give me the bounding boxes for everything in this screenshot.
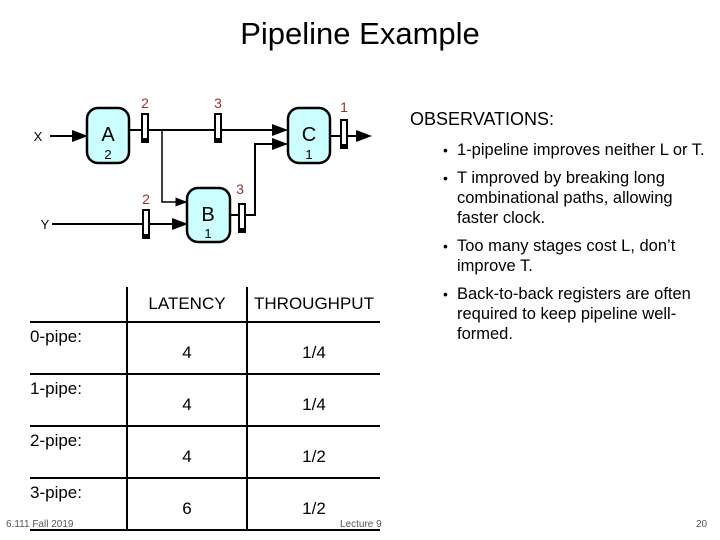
input-y-label: Y [41, 217, 50, 232]
register-y-input: 2 [142, 191, 150, 239]
stage-label: 1 [340, 99, 348, 115]
observations-list: 1-pipeline improves neither L or T. T im… [443, 140, 713, 352]
table-row: 0-pipe: 4 1/4 [30, 321, 380, 374]
block-c-delay: 1 [305, 147, 312, 162]
latency-cell: 4 [126, 321, 247, 374]
row-label: 2-pipe: [30, 425, 127, 478]
stage-label: 3 [214, 95, 222, 111]
input-x-label: X [34, 129, 43, 144]
observation-item: Back-to-back registers are often require… [443, 284, 713, 344]
table-row: 3-pipe: 6 1/2 [30, 477, 380, 531]
block-b-delay: 1 [204, 226, 211, 241]
block-c-label: C [302, 124, 316, 146]
observations-title: OBSERVATIONS: [410, 109, 555, 129]
footer-lecture: Lecture 9 [340, 519, 382, 530]
row-label: 0-pipe: [30, 321, 127, 374]
header-empty [30, 287, 127, 322]
footer-page-number: 20 [696, 519, 708, 530]
block-a: A 2 [85, 106, 131, 165]
header-throughput: THROUGHPUT [246, 287, 380, 322]
throughput-cell: 1/4 [246, 321, 380, 374]
register-after-c: 1 [340, 99, 348, 149]
pipeline-performance-table: LATENCY THROUGHPUT 0-pipe: 4 1/4 1-pipe:… [30, 287, 380, 531]
observation-item: 1-pipeline improves neither L or T. [443, 140, 713, 160]
block-a-label: A [101, 124, 115, 146]
latency-cell: 6 [126, 477, 247, 531]
footer-course: 6.111 Fall 2019 [6, 519, 74, 530]
throughput-cell: 1/2 [246, 425, 380, 478]
latency-cell: 4 [126, 425, 247, 478]
observation-item: Too many stages cost L, don’t improve T. [443, 236, 713, 276]
register-after-b: 3 [236, 181, 246, 233]
block-a-delay: 2 [104, 147, 111, 162]
wire-a-to-b [161, 131, 188, 207]
table-header-row: LATENCY THROUGHPUT [30, 287, 380, 322]
block-b-label: B [201, 204, 214, 226]
throughput-cell: 1/4 [246, 373, 380, 426]
register-a-to-c: 3 [214, 95, 222, 143]
latency-cell: 4 [126, 373, 247, 426]
block-b: B 1 [185, 186, 232, 244]
stage-label: 3 [236, 181, 244, 197]
block-c: C 1 [286, 106, 332, 165]
table-row: 1-pipe: 4 1/4 [30, 373, 380, 426]
stage-label: 2 [141, 95, 149, 111]
table-row: 2-pipe: 4 1/2 [30, 425, 380, 478]
observation-item: T improved by breaking long combinationa… [443, 168, 713, 228]
header-latency: LATENCY [126, 287, 247, 322]
register-after-a: 2 [141, 95, 149, 143]
stage-label: 2 [142, 191, 150, 207]
row-label: 1-pipe: [30, 373, 127, 426]
